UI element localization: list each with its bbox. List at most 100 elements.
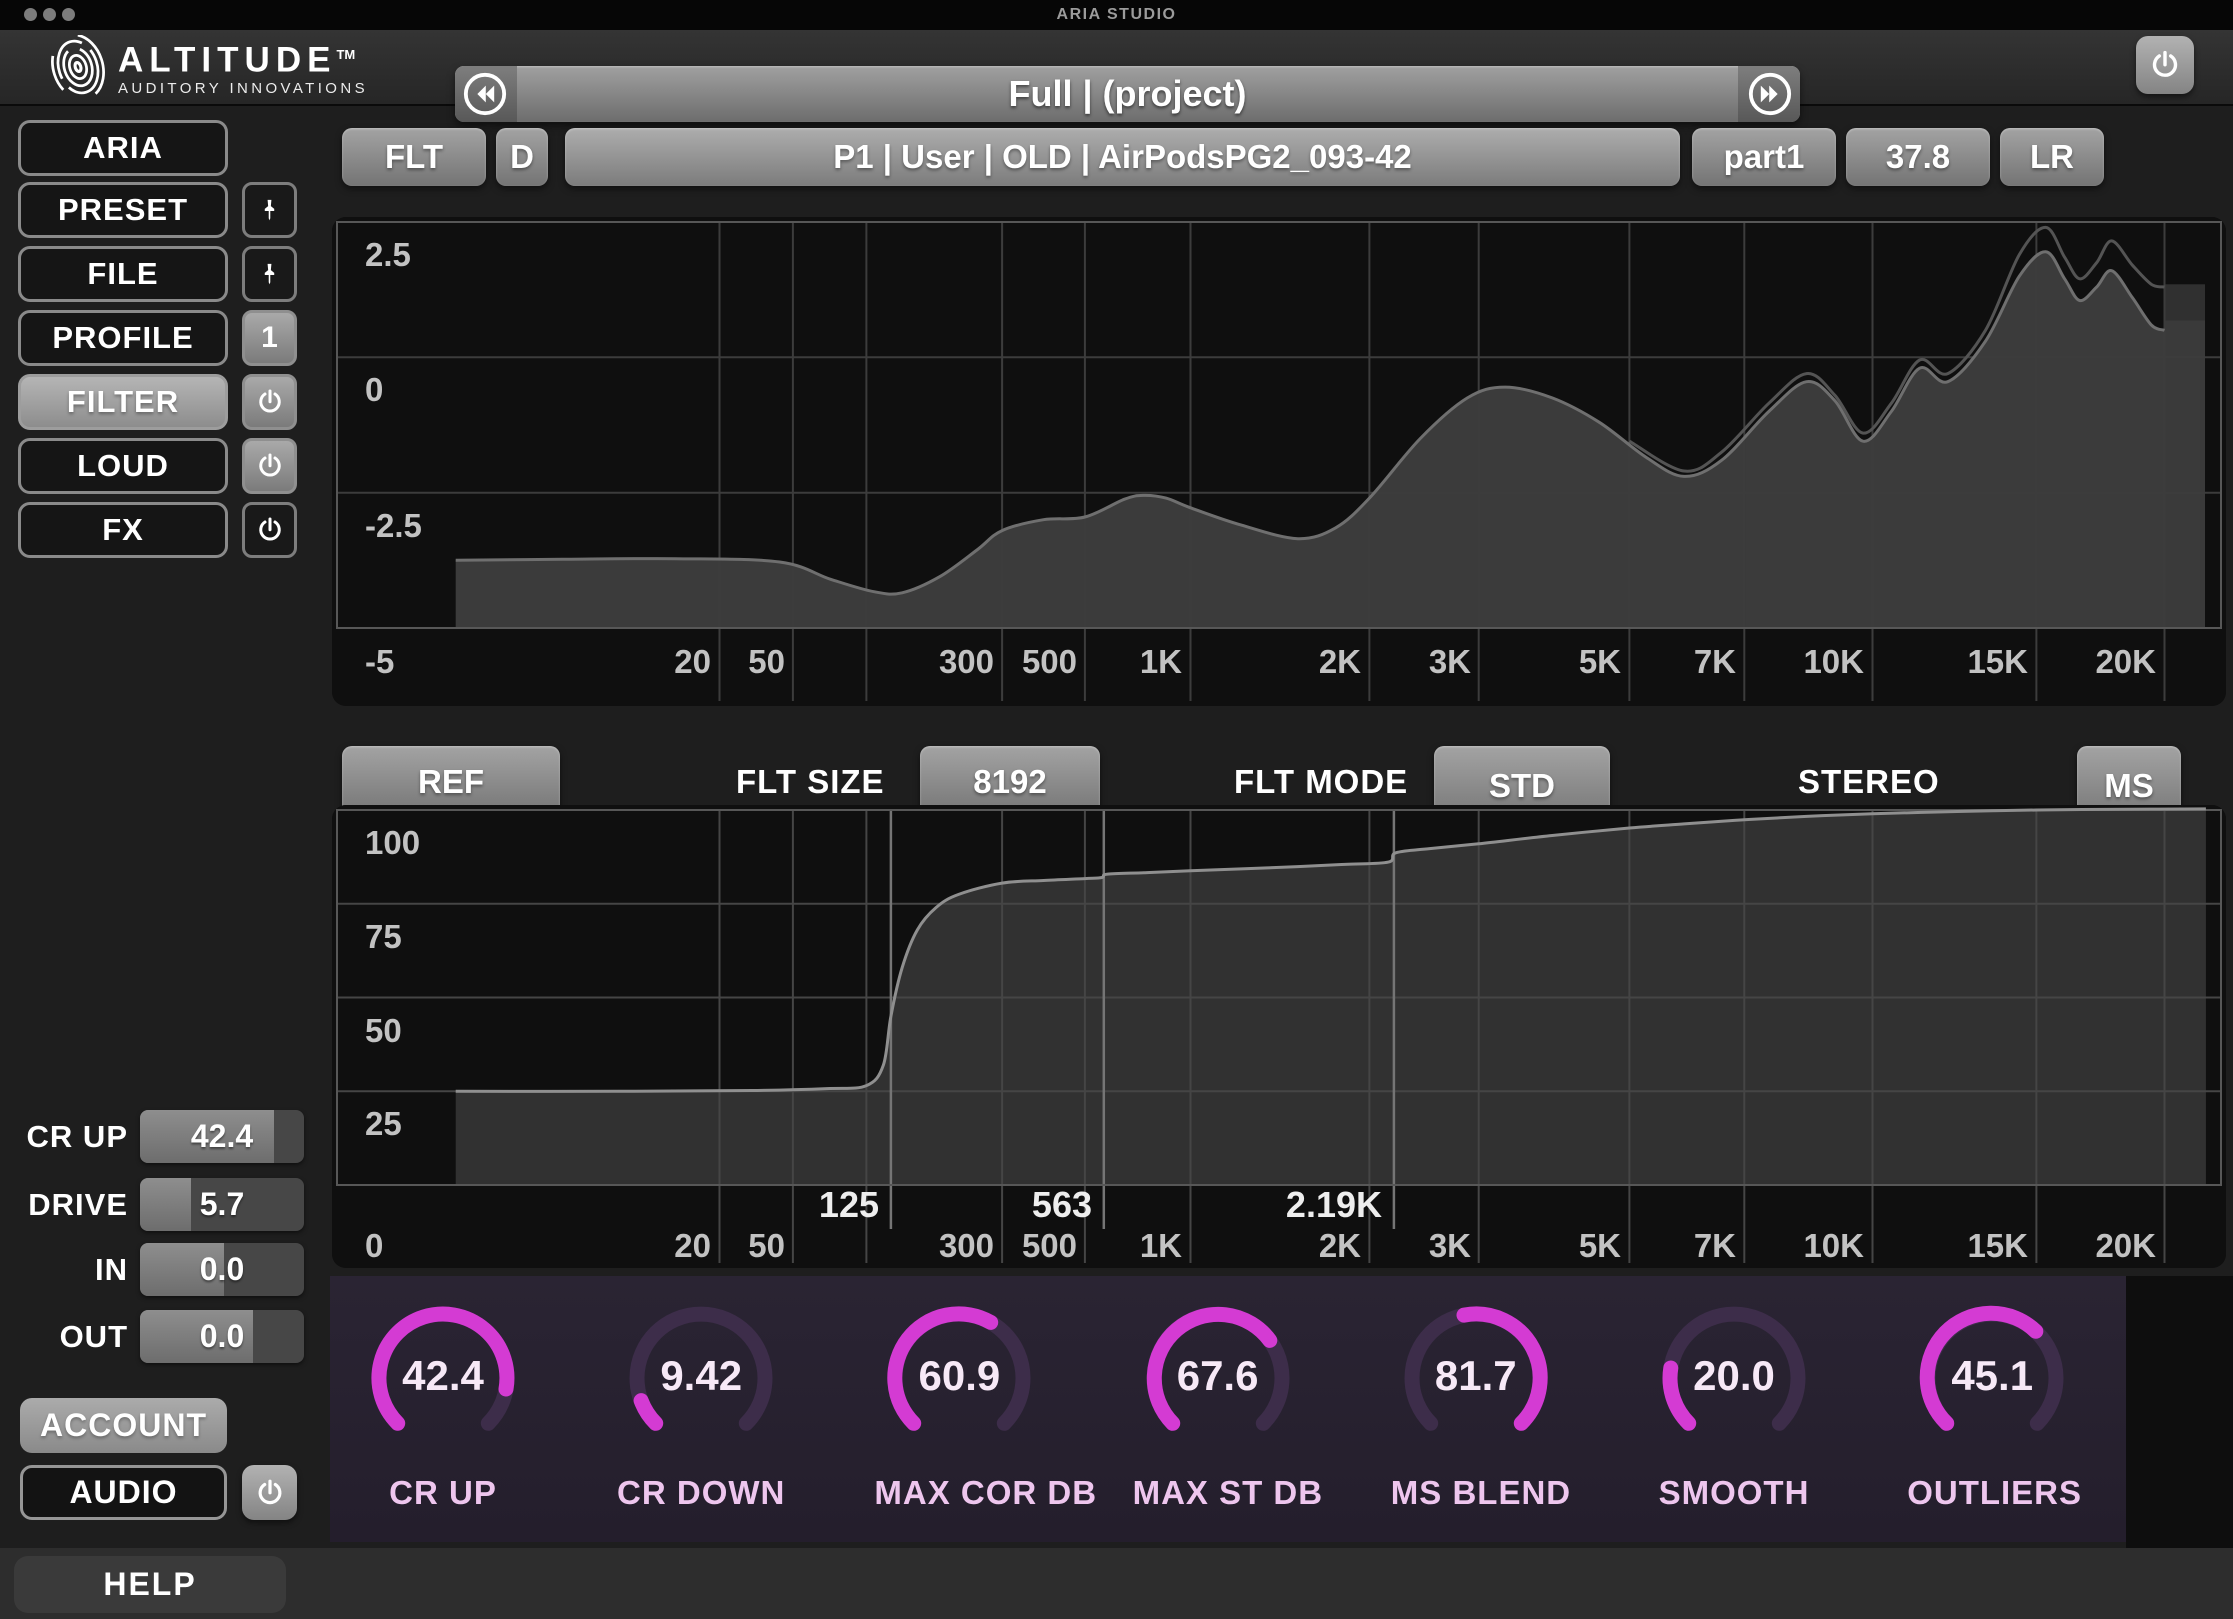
sidebar-item-label: LOUD: [77, 448, 169, 483]
svg-text:50: 50: [748, 1227, 785, 1264]
fx-power-button[interactable]: [242, 502, 297, 558]
filter-value-display[interactable]: 37.8: [1846, 128, 1990, 186]
in-slider[interactable]: 0.0: [140, 1243, 304, 1296]
panel-right-spacer: [2126, 1276, 2233, 1548]
filter-response-chart[interactable]: 2.50-2.5-520503005001K2K3K5K7K10K15K20K: [332, 217, 2226, 706]
brand-trademark: TM: [336, 47, 355, 62]
master-power-button[interactable]: [2136, 36, 2194, 94]
flt-button[interactable]: FLT: [342, 128, 486, 186]
drive-slider[interactable]: 5.7: [140, 1178, 304, 1231]
knob-value: 42.4: [358, 1352, 528, 1400]
audio-power-button[interactable]: [242, 1465, 297, 1520]
slider-value: 0.0: [140, 1243, 304, 1296]
channel-mode-button[interactable]: LR: [2000, 128, 2104, 186]
slider-row-cr-up: CR UP42.4: [0, 1110, 330, 1163]
delta-button[interactable]: D: [496, 128, 548, 186]
svg-text:20K: 20K: [2095, 1227, 2156, 1264]
knob-label: SMOOTH: [1649, 1474, 1819, 1512]
slider-stack: CR UP42.4DRIVE5.7IN0.0OUT0.0: [0, 1098, 330, 1378]
pin-icon: [256, 261, 283, 288]
svg-text:5K: 5K: [1579, 1227, 1621, 1264]
power-icon: [255, 515, 285, 545]
svg-text:7K: 7K: [1694, 643, 1736, 680]
svg-text:1K: 1K: [1140, 643, 1182, 680]
sidebar-item-file[interactable]: FILE: [18, 246, 228, 302]
knob-value: 81.7: [1391, 1352, 1561, 1400]
sidebar-item-aria[interactable]: ARIA: [18, 120, 228, 176]
sidebar-item-label: FILE: [87, 256, 158, 291]
slider-value: 42.4: [140, 1110, 304, 1163]
knob-cr-up[interactable]: 42.4CR UP: [358, 1286, 528, 1526]
filter-source-selector[interactable]: P1 | User | OLD | AirPodsPG2_093-42: [565, 128, 1680, 186]
knob-label: MAX COR DB: [874, 1474, 1044, 1512]
help-bar: HELP: [0, 1548, 2233, 1619]
sidebar-item-label: ARIA: [83, 130, 163, 165]
sidebar-item-profile[interactable]: PROFILE: [18, 310, 228, 366]
svg-text:0: 0: [365, 371, 383, 408]
svg-text:2.19K: 2.19K: [1286, 1184, 1382, 1225]
file-pin-button[interactable]: [242, 246, 297, 302]
profile-number-button[interactable]: 1: [242, 310, 297, 366]
svg-text:-5: -5: [365, 643, 394, 680]
loud-power-button[interactable]: [242, 438, 297, 494]
knob-value: 67.6: [1133, 1352, 1303, 1400]
part-selector[interactable]: part1: [1692, 128, 1836, 186]
out-slider[interactable]: 0.0: [140, 1310, 304, 1363]
sidebar-item-filter[interactable]: FILTER: [18, 374, 228, 430]
svg-text:20: 20: [674, 643, 711, 680]
svg-text:20: 20: [674, 1227, 711, 1264]
knob-outliers[interactable]: 45.1 OUTLIERS: [1907, 1286, 2077, 1526]
help-button[interactable]: HELP: [14, 1556, 286, 1613]
correction-curve-chart[interactable]: 100755025020503005001K2K3K5K7K10K15K20K1…: [332, 805, 2226, 1268]
fingerprint-logo-icon: [46, 35, 110, 99]
svg-text:500: 500: [1022, 1227, 1077, 1264]
knob-max-st-db[interactable]: 67.6 MAX ST DB: [1133, 1286, 1303, 1526]
brand-logo: ALTITUDETM AUDITORY INNOVATIONS: [118, 37, 368, 97]
slider-row-out: OUT0.0: [0, 1310, 330, 1363]
account-button[interactable]: ACCOUNT: [20, 1398, 227, 1453]
sidebar-item-loud[interactable]: LOUD: [18, 438, 228, 494]
knob-value: 45.1: [1907, 1352, 2077, 1400]
cr-up-slider[interactable]: 42.4: [140, 1110, 304, 1163]
sidebar-item-label: FILTER: [67, 384, 179, 419]
slider-row-drive: DRIVE5.7: [0, 1178, 330, 1231]
svg-text:2K: 2K: [1319, 1227, 1361, 1264]
sidebar-item-fx[interactable]: FX: [18, 502, 228, 558]
svg-text:3K: 3K: [1429, 643, 1471, 680]
project-title: Full | (project): [455, 66, 1800, 122]
svg-text:1K: 1K: [1140, 1227, 1182, 1264]
slider-label: IN: [0, 1243, 128, 1296]
power-icon: [255, 387, 285, 417]
correction-curve-chart-container: 100755025020503005001K2K3K5K7K10K15K20K1…: [332, 805, 2226, 1268]
knob-label: MAX ST DB: [1133, 1474, 1303, 1512]
knob-cr-down[interactable]: 9.42CR DOWN: [616, 1286, 786, 1526]
project-navbar: Full | (project): [455, 66, 1800, 122]
knob-ms-blend[interactable]: 81.7MS BLEND: [1391, 1286, 1561, 1526]
knob-smooth[interactable]: 20.0 SMOOTH: [1649, 1286, 1819, 1526]
knob-value: 9.42: [616, 1352, 786, 1400]
knob-value: 20.0: [1649, 1352, 1819, 1400]
preset-pin-button[interactable]: [242, 182, 297, 238]
svg-text:3K: 3K: [1429, 1227, 1471, 1264]
svg-text:0: 0: [365, 1227, 383, 1264]
svg-text:5K: 5K: [1579, 643, 1621, 680]
svg-text:2.5: 2.5: [365, 236, 411, 273]
svg-text:125: 125: [819, 1184, 879, 1225]
filter-power-button[interactable]: [242, 374, 297, 430]
header: ALTITUDETM AUDITORY INNOVATIONS F: [0, 30, 2233, 106]
slider-value: 0.0: [140, 1310, 304, 1363]
knob-label: OUTLIERS: [1907, 1474, 2077, 1512]
sidebar-item-preset[interactable]: PRESET: [18, 182, 228, 238]
svg-text:10K: 10K: [1803, 1227, 1864, 1264]
titlebar: ARIA STUDIO: [0, 0, 2233, 30]
svg-text:500: 500: [1022, 643, 1077, 680]
audio-button[interactable]: AUDIO: [20, 1465, 227, 1520]
knob-panel: 42.4CR UP 9.42CR DOWN 60.9MAX COR DB 67.6 MA…: [330, 1276, 2126, 1542]
knob-max-cor-db[interactable]: 60.9MAX COR DB: [874, 1286, 1044, 1526]
svg-text:300: 300: [939, 643, 994, 680]
slider-label: DRIVE: [0, 1178, 128, 1231]
aria-studio-window: ARIA STUDIO ALTITUDETM AUDITORY INNOVATI…: [0, 0, 2233, 1619]
svg-text:15K: 15K: [1967, 1227, 2028, 1264]
svg-text:25: 25: [365, 1105, 402, 1142]
slider-row-in: IN0.0: [0, 1243, 330, 1296]
